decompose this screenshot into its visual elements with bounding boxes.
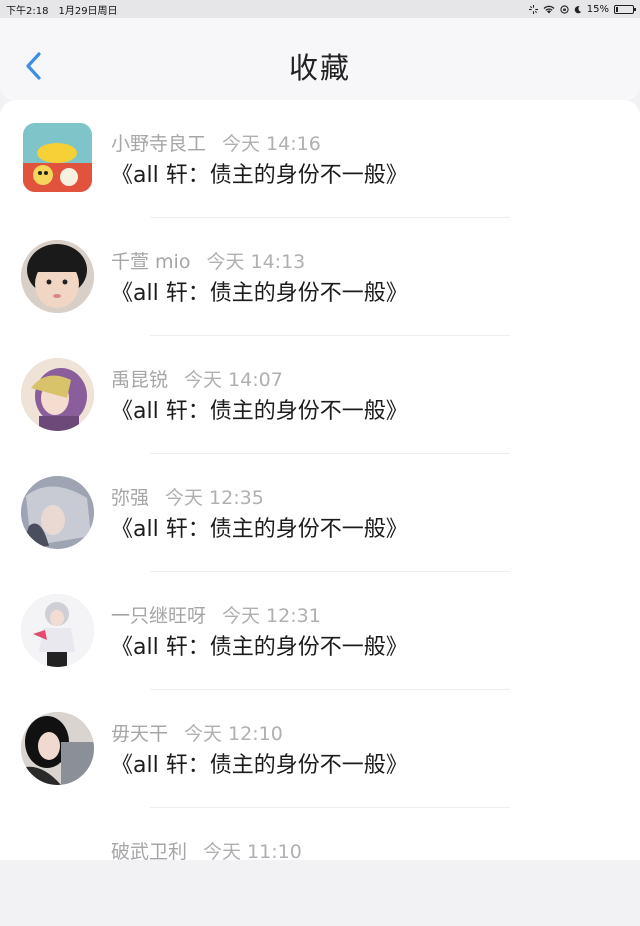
item-message: 《all 轩：债主的身份不一般》 (111, 399, 408, 424)
list-item[interactable]: 小野寺良工 今天 14:16 《all 轩：债主的身份不一般》 (0, 100, 640, 218)
item-message: 《all 轩：债主的身份不一般》 (111, 281, 408, 306)
battery-icon (614, 4, 636, 14)
item-message: 《all 轩：债主的身份不一般》 (111, 163, 408, 188)
page-title: 收藏 (288, 51, 351, 85)
status-date: 1月29日周日 (58, 5, 118, 17)
favorites-list: 小野寺良工 今天 14:16 《all 轩：债主的身份不一般》 千萱 mio 今天 … (0, 100, 640, 863)
item-time: 今天 12:35 (165, 487, 264, 509)
orientation-lock-icon (560, 4, 569, 14)
avatar (21, 240, 94, 313)
battery-percent: 15% (586, 3, 609, 15)
item-sender: 小野寺良工 (111, 133, 207, 155)
item-sender: 禹昆锐 (111, 369, 169, 391)
item-message: 《all 轩：债主的身份不一般》 (111, 517, 408, 542)
list-item[interactable]: 弥强 今天 12:35 《all 轩：债主的身份不一般》 (0, 454, 640, 572)
item-sender: 弥强 (111, 487, 150, 509)
item-time: 今天 12:31 (222, 605, 321, 627)
list-item[interactable]: 毋天干 今天 12:10 《all 轩：债主的身份不一般》 (0, 690, 640, 808)
item-sender: 毋天干 (111, 723, 169, 745)
avatar (21, 476, 94, 549)
item-time: 今天 14:16 (222, 133, 321, 155)
list-item[interactable]: 禹昆锐 今天 14:07 《all 轩：债主的身份不一般》 (0, 336, 640, 454)
item-time: 今天 11:10 (203, 841, 302, 863)
status-icons: 15% (528, 3, 636, 15)
item-message: 《all 轩：债主的身份不一般》 (111, 635, 408, 660)
avatar (21, 712, 94, 785)
item-message: 《all 轩：债主的身份不一般》 (111, 753, 408, 778)
item-time: 今天 14:07 (184, 369, 283, 391)
list-item[interactable]: 破武卫利 今天 11:10 (0, 808, 640, 926)
avatar (21, 358, 94, 431)
avatar (21, 594, 94, 667)
list-item[interactable]: 一只继旺呀 今天 12:31 《all 轩：债主的身份不一般》 (0, 572, 640, 690)
loading-icon (528, 4, 538, 14)
avatar (23, 123, 92, 192)
battery-fill (616, 6, 618, 12)
item-sender: 破武卫利 (111, 841, 188, 863)
item-time: 今天 12:10 (184, 723, 283, 745)
status-bar: 下午2:18 1月29日周日 15% (0, 0, 640, 18)
status-time: 下午2:18 (6, 5, 49, 17)
item-time: 今天 14:13 (206, 251, 306, 273)
item-sender: 千萱 mio (111, 251, 191, 273)
item-sender: 一只继旺呀 (111, 605, 207, 627)
nav-header: 收藏 (0, 18, 640, 100)
wifi-icon (543, 5, 555, 13)
moon-icon (574, 5, 581, 13)
list-item[interactable]: 千萱 mio 今天 14:13 《all 轩：债主的身份不一般》 (0, 218, 640, 336)
